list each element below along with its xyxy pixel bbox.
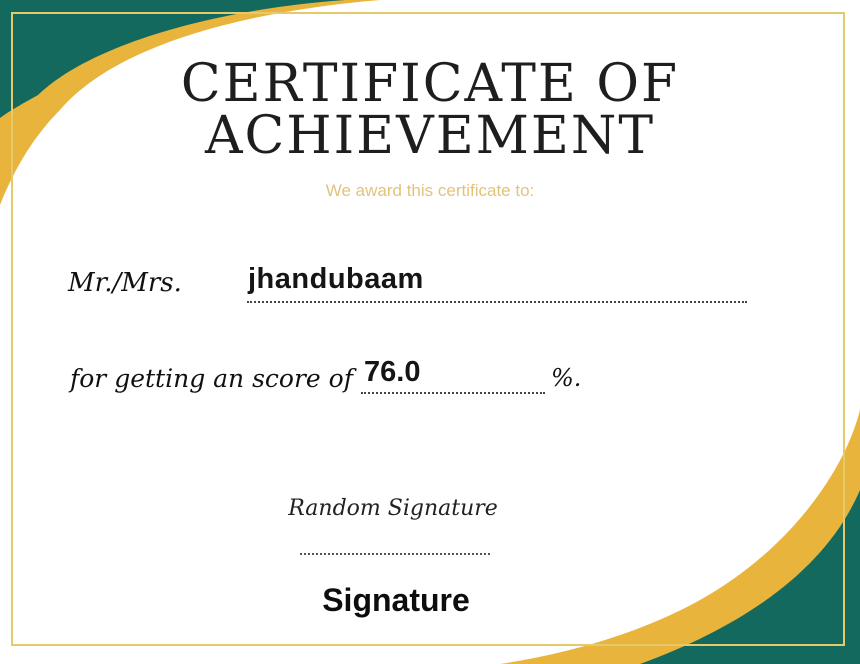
name-dotted-line xyxy=(247,301,747,303)
score-percent-suffix: %. xyxy=(551,364,582,392)
signature-label: Signature xyxy=(322,582,470,618)
score-value: 76.0 xyxy=(364,356,421,388)
award-subtitle: We award this certificate to: xyxy=(325,181,535,200)
recipient-name: jhandubaam xyxy=(248,263,424,295)
score-prefix-text: for getting an score of xyxy=(70,364,353,393)
signature-script: Random Signature xyxy=(288,496,498,521)
score-dotted-line xyxy=(361,392,545,394)
salutation-label: Mr./Mrs. xyxy=(68,268,182,298)
certificate-title-line2: ACHIEVEMENT xyxy=(204,106,656,166)
signature-dotted-line xyxy=(300,553,490,555)
certificate-title-line1: CERTIFICATE OF xyxy=(180,54,680,114)
